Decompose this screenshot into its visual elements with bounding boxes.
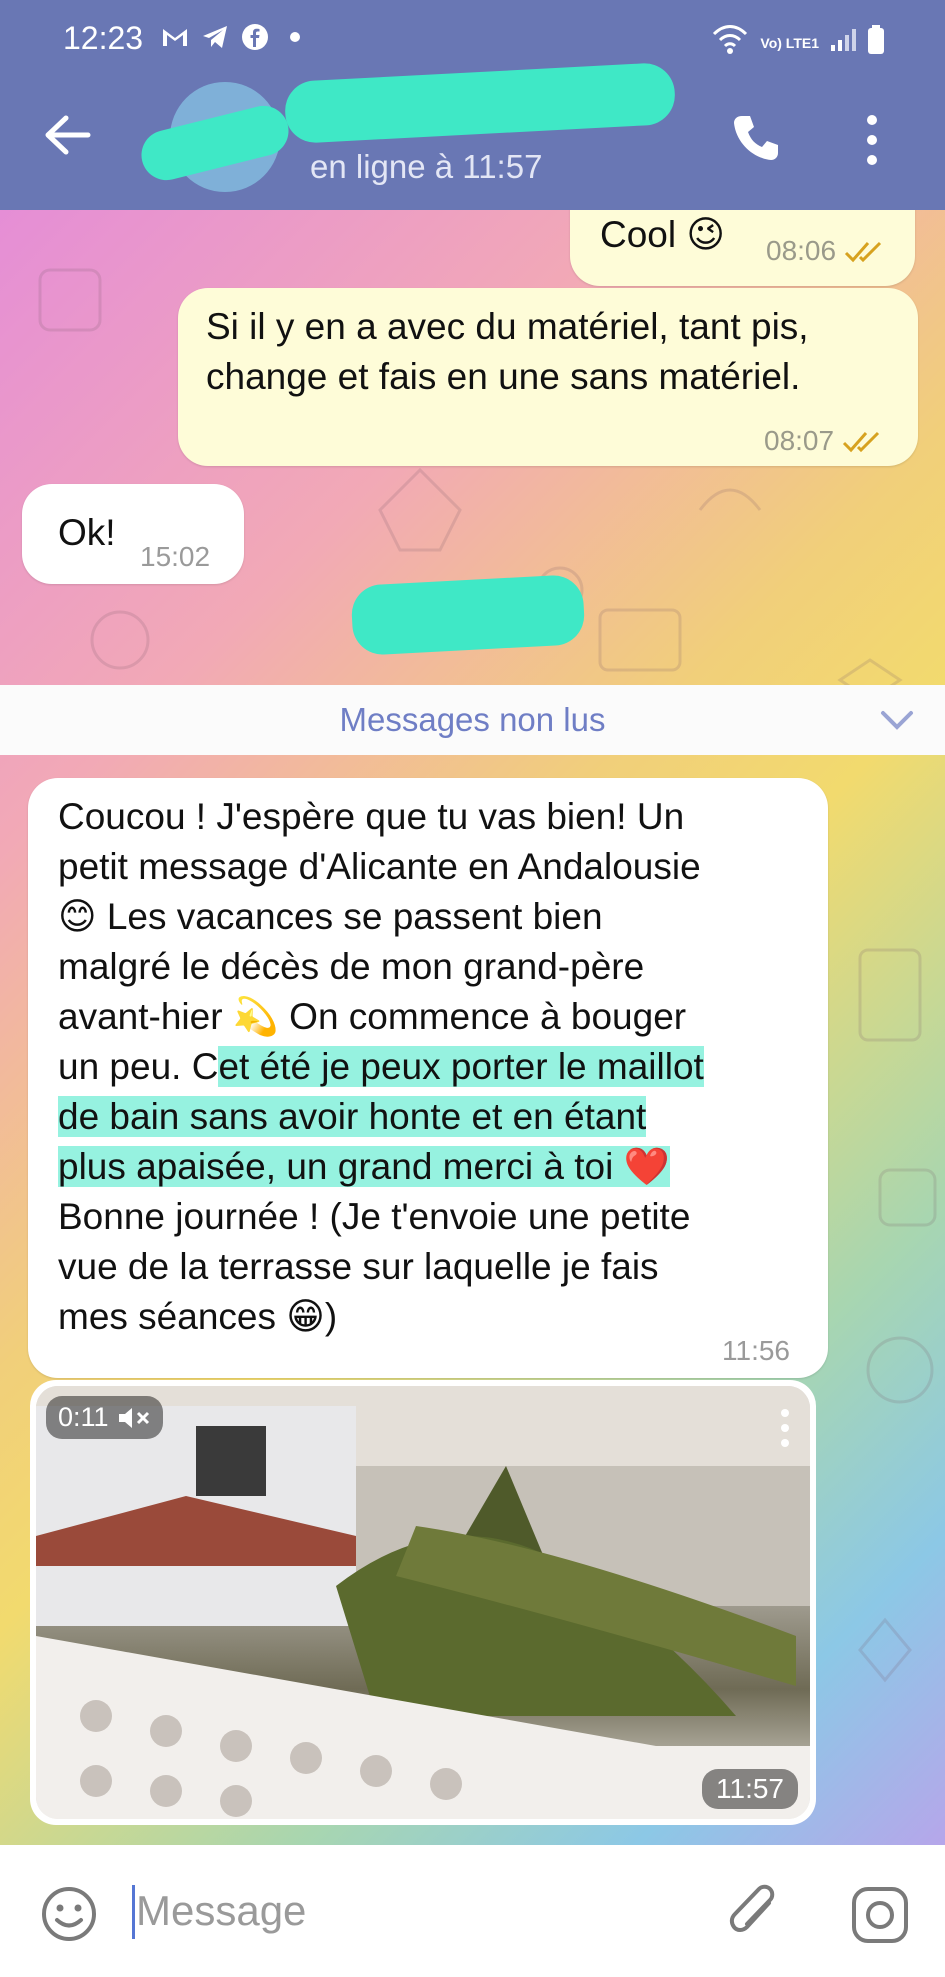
- battery-icon: [867, 25, 885, 60]
- video-duration-badge: 0:11: [46, 1396, 163, 1439]
- phone-icon: [734, 116, 778, 160]
- video-message[interactable]: 0:11 11:57: [30, 1380, 816, 1825]
- smiley-icon: [42, 1887, 96, 1941]
- message-meta: 15:02: [140, 532, 210, 582]
- message-text: Coucou ! J'espère que tu vas bien! Un pe…: [58, 796, 704, 1337]
- more-vertical-icon: [867, 115, 877, 165]
- chat-header: 12:23 Vo) LTE1 en ligne à 11:57: [0, 0, 945, 210]
- highlighted-text: de bain sans avoir honte et en étant: [58, 1096, 647, 1137]
- notification-icons: [160, 22, 310, 52]
- status-bar: 12:23 Vo) LTE1: [0, 0, 945, 80]
- message-text: Ok!: [58, 512, 116, 553]
- dot-icon: [280, 22, 310, 52]
- video-thumbnail[interactable]: 0:11 11:57: [36, 1386, 810, 1819]
- paperclip-icon: [729, 1884, 775, 1932]
- message-meta: 08:06: [766, 226, 888, 276]
- message-bubble-incoming[interactable]: Ok! 15:02: [22, 484, 244, 584]
- double-check-icon: [845, 241, 882, 263]
- message-text: Cool 😉: [600, 214, 725, 255]
- gmail-icon: [160, 22, 190, 52]
- status-time: 12:23: [63, 20, 144, 56]
- camera-button[interactable]: [850, 1885, 910, 1945]
- message-time: 08:07: [764, 425, 835, 456]
- message-time: 11:56: [722, 1335, 790, 1366]
- attach-button[interactable]: [725, 1881, 785, 1945]
- message-text: Si il y en a avec du matériel, tant pis,…: [206, 306, 809, 397]
- arrow-left-icon: [45, 115, 91, 155]
- emoji-button[interactable]: [40, 1885, 98, 1943]
- unread-label: Messages non lus: [339, 701, 606, 738]
- system-status-icons: Vo) LTE1: [710, 24, 885, 61]
- message-bubble-outgoing[interactable]: Cool 😉 08:06: [570, 210, 915, 286]
- network-label: Vo) LTE1: [760, 34, 819, 51]
- highlighted-text: et été je peux porter le maillot: [218, 1046, 704, 1087]
- message-input[interactable]: [136, 1881, 696, 1941]
- wifi-icon: [710, 24, 750, 61]
- more-options-button[interactable]: [860, 112, 884, 168]
- message-input-bar: [0, 1845, 945, 1977]
- message-meta: 08:07: [764, 416, 886, 466]
- double-check-icon: [843, 431, 880, 453]
- message-bubble-outgoing[interactable]: Si il y en a avec du matériel, tant pis,…: [178, 288, 918, 466]
- video-duration: 0:11: [58, 1402, 109, 1432]
- facebook-icon: [240, 22, 270, 52]
- video-scene: [36, 1386, 810, 1819]
- text-cursor: [132, 1885, 135, 1939]
- muted-speaker-icon[interactable]: [117, 1405, 151, 1431]
- unread-divider: Messages non lus: [0, 685, 945, 755]
- telegram-icon: [200, 22, 230, 52]
- highlighted-text: plus apaisée, un grand merci à toi ❤️: [58, 1146, 670, 1187]
- signal-icon: [829, 27, 857, 58]
- back-button[interactable]: [40, 110, 100, 160]
- message-bubble-incoming[interactable]: Coucou ! J'espère que tu vas bien! Un pe…: [28, 778, 828, 1378]
- camera-icon: [852, 1887, 908, 1943]
- video-time: 11:57: [702, 1769, 798, 1809]
- chevron-down-icon[interactable]: [879, 705, 915, 735]
- message-meta: 11:56: [722, 1326, 790, 1376]
- message-time: 15:02: [140, 541, 211, 572]
- contact-status: en ligne à 11:57: [310, 148, 543, 185]
- call-button[interactable]: [728, 110, 784, 166]
- message-time: 08:06: [766, 235, 837, 266]
- redaction-mark: [350, 573, 586, 657]
- video-menu-icon[interactable]: [780, 1408, 790, 1448]
